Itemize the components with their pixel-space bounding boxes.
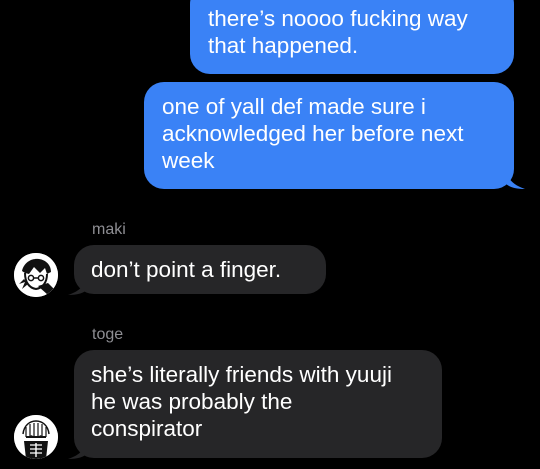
outgoing-message-2[interactable]: one of yall def made sure i acknowledged… bbox=[144, 82, 514, 189]
sender-name-toge: toge bbox=[92, 326, 124, 343]
incoming-bubble-tail-toge bbox=[68, 437, 88, 459]
toge-avatar-icon[interactable] bbox=[14, 415, 58, 459]
incoming-bubble-tail-maki bbox=[68, 273, 88, 295]
sender-name-maki: maki bbox=[92, 221, 126, 238]
outgoing-message-1[interactable]: there’s noooo fucking way that happened. bbox=[190, 0, 514, 74]
outgoing-bubble-tail bbox=[505, 167, 525, 189]
incoming-message-maki[interactable]: don’t point a finger. bbox=[74, 245, 326, 294]
incoming-message-toge[interactable]: she’s literally friends with yuuji he wa… bbox=[74, 350, 442, 458]
maki-avatar-icon[interactable] bbox=[14, 253, 58, 297]
